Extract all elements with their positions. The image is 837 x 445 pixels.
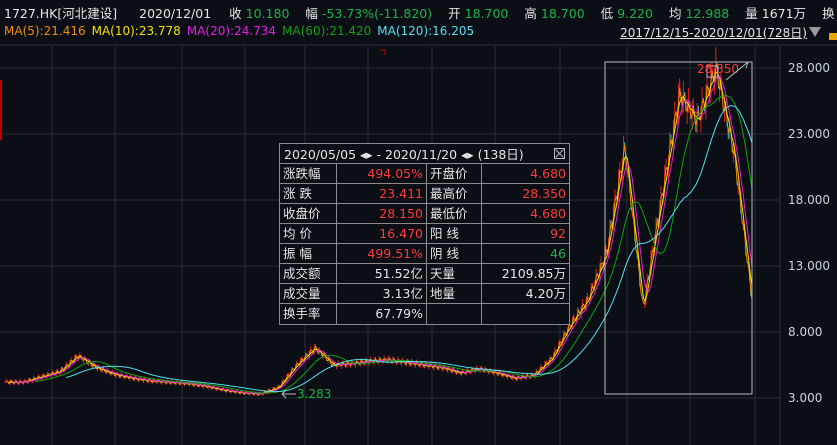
- stat-value: 28.150: [337, 204, 427, 223]
- stat-value: 494.05%: [337, 164, 427, 183]
- stats-row: 振 幅 499.51% 阴 线 46: [280, 244, 569, 264]
- low-price-label: 3.283: [297, 387, 331, 401]
- stat-label: 成交量: [280, 284, 337, 303]
- y-tick-label: 18.000: [788, 193, 830, 207]
- top-marker: [380, 49, 386, 55]
- stat-label: 成交额: [280, 264, 337, 283]
- stat-value: 51.52亿: [337, 264, 427, 283]
- stat-label: 最低价: [427, 204, 482, 223]
- y-tick-label: 28.000: [788, 61, 830, 75]
- stat-value: 3.13亿: [337, 284, 427, 303]
- stats-row: 成交额 51.52亿 天量 2109.85万: [280, 264, 569, 284]
- stat-value: 499.51%: [337, 244, 427, 263]
- stat-label: 均 价: [280, 224, 337, 243]
- stat-value: 23.411: [337, 184, 427, 203]
- stats-row: 均 价 16.470 阳 线 92: [280, 224, 569, 244]
- stats-row: 收盘价 28.150 最低价 4.680: [280, 204, 569, 224]
- stats-row: 涨跌幅 494.05% 开盘价 4.680: [280, 164, 569, 184]
- stat-label: 涨 跌: [280, 184, 337, 203]
- stat-value: 4.20万: [525, 286, 566, 301]
- stat-label: 阳 线: [427, 224, 482, 243]
- y-tick-label: 13.000: [788, 259, 830, 273]
- stat-label: 换手率: [280, 304, 337, 324]
- stat-label: 天量: [427, 264, 482, 283]
- panel-title: 2020/05/05 ◂▸ - 2020/11/20 ◂▸ (138日): [284, 147, 524, 162]
- stat-value: 28.350: [522, 186, 566, 201]
- stat-value: 4.680: [530, 206, 566, 221]
- stats-row: 成交量 3.13亿 地量 4.20万: [280, 284, 569, 304]
- stats-row: 涨 跌 23.411 最高价 28.350: [280, 184, 569, 204]
- stat-label: 开盘价: [427, 164, 482, 183]
- stat-value: [482, 304, 569, 324]
- stat-value: 4.680: [530, 166, 566, 181]
- stat-label: 阴 线: [427, 244, 482, 263]
- stat-value: 16.470: [337, 224, 427, 243]
- stat-label: [427, 304, 482, 324]
- interval-stats-panel: 2020/05/05 ◂▸ - 2020/11/20 ◂▸ (138日) 涨跌幅…: [279, 143, 570, 325]
- stat-label: 涨跌幅: [280, 164, 337, 183]
- close-icon[interactable]: [554, 148, 565, 159]
- stat-value: 92: [550, 226, 566, 241]
- stat-label: 振 幅: [280, 244, 337, 263]
- stats-row: 换手率 67.79%: [280, 304, 569, 324]
- stat-value: 46: [550, 246, 566, 261]
- y-tick-label: 23.000: [788, 127, 830, 141]
- low-arrow-icon: [281, 389, 296, 399]
- y-tick-label: 3.000: [788, 391, 822, 405]
- stat-value: 2109.85万: [501, 266, 566, 281]
- y-tick-label: 8.000: [788, 325, 822, 339]
- stat-label: 最高价: [427, 184, 482, 203]
- stat-label: 收盘价: [280, 204, 337, 223]
- stat-value: 67.79%: [337, 304, 427, 324]
- stat-label: 地量: [427, 284, 482, 303]
